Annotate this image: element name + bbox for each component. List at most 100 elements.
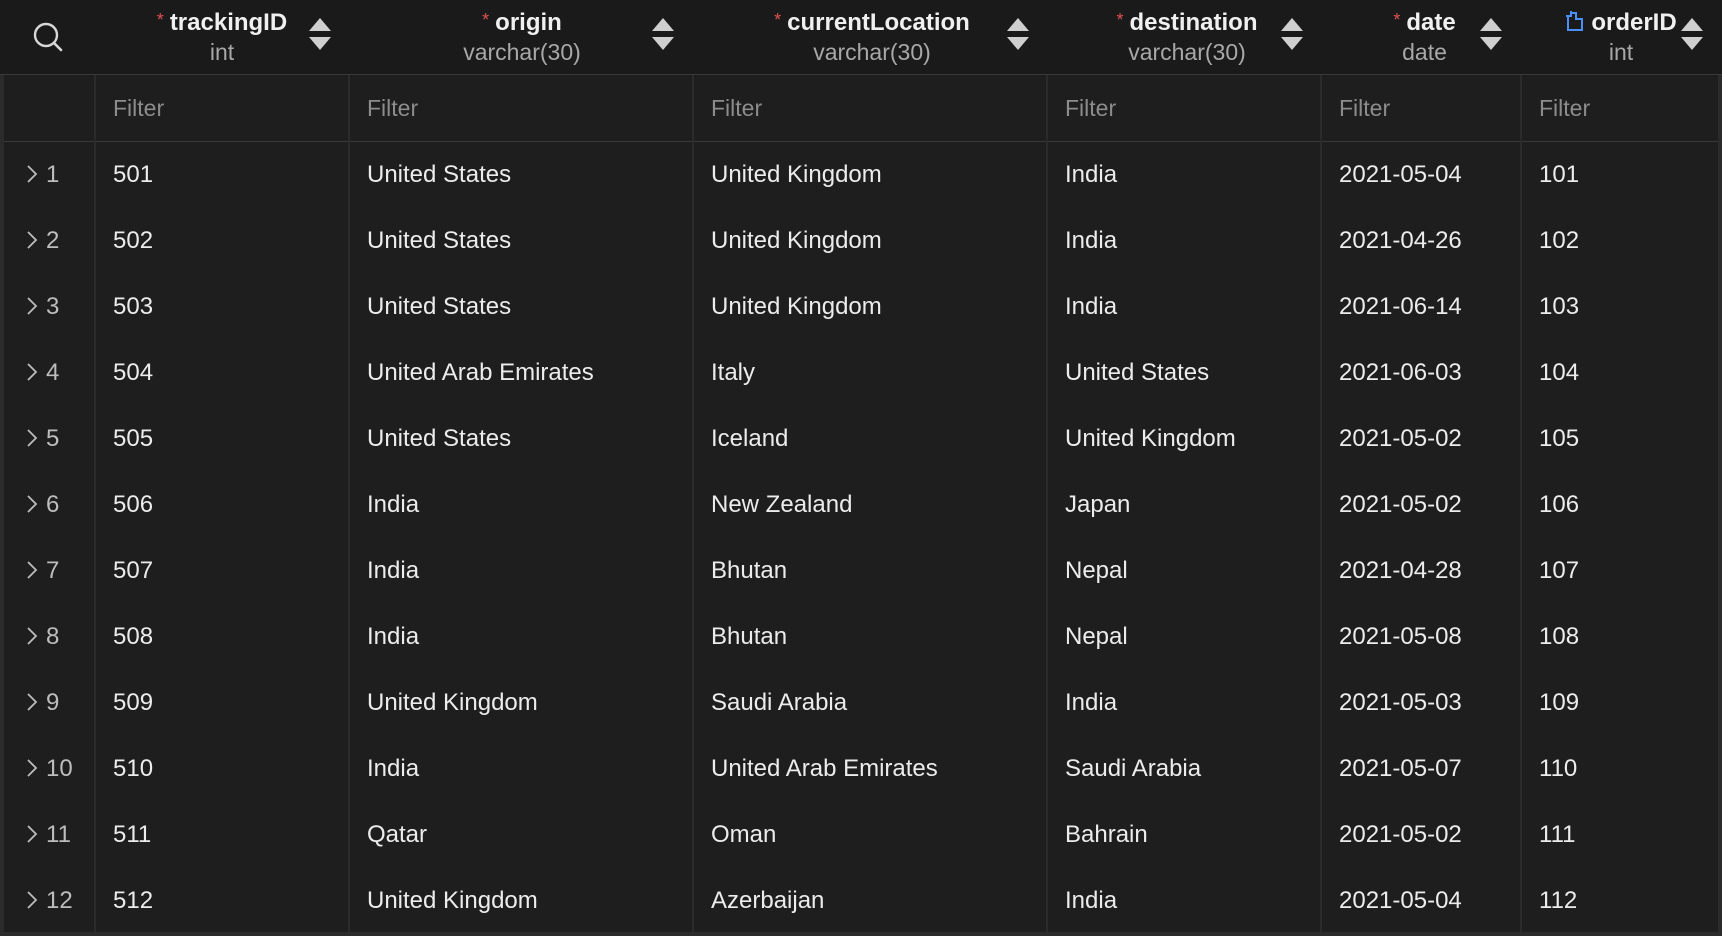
cell-date[interactable]: 2021-05-07	[1322, 736, 1520, 802]
table-row[interactable]: 3 503 United States United Kingdom India 2021…	[0, 274, 1722, 340]
column-header-currentLocation[interactable]: * currentLocation varchar(30)	[695, 0, 1049, 74]
chevron-right-icon[interactable]	[26, 494, 38, 514]
cell-trackingID[interactable]: 509	[96, 670, 348, 736]
cell-currentLocation[interactable]: Oman	[694, 802, 1046, 868]
cell-date[interactable]: 2021-06-03	[1322, 340, 1520, 406]
cell-date[interactable]: 2021-05-02	[1322, 472, 1520, 538]
table-row[interactable]: 7 507 India Bhutan Nepal 2021-04-28 107	[0, 538, 1722, 604]
cell-orderID[interactable]: 104	[1522, 340, 1718, 406]
cell-origin[interactable]: United States	[350, 142, 692, 208]
cell-date[interactable]: 2021-06-14	[1322, 274, 1520, 340]
cell-currentLocation[interactable]: New Zealand	[694, 472, 1046, 538]
cell-currentLocation[interactable]: United Kingdom	[694, 208, 1046, 274]
cell-origin[interactable]: United States	[350, 208, 692, 274]
cell-destination[interactable]: India	[1048, 868, 1320, 934]
filter-input-date[interactable]	[1322, 75, 1521, 141]
cell-origin[interactable]: United States	[350, 274, 692, 340]
row-expander[interactable]: 10	[0, 736, 94, 802]
cell-destination[interactable]: United States	[1048, 340, 1320, 406]
sort-arrows-icon[interactable]	[1479, 16, 1503, 54]
table-row[interactable]: 9 509 United Kingdom Saudi Arabia India 2021-…	[0, 670, 1722, 736]
filter-input-currentLocation[interactable]	[694, 75, 1047, 141]
cell-trackingID[interactable]: 505	[96, 406, 348, 472]
cell-trackingID[interactable]: 508	[96, 604, 348, 670]
cell-currentLocation[interactable]: Italy	[694, 340, 1046, 406]
cell-origin[interactable]: India	[350, 604, 692, 670]
table-row[interactable]: 5 505 United States Iceland United Kingdom 20…	[0, 406, 1722, 472]
cell-orderID[interactable]: 105	[1522, 406, 1718, 472]
table-row[interactable]: 12 512 United Kingdom Azerbaijan India 2021-0…	[0, 868, 1722, 934]
sort-arrows-icon[interactable]	[308, 16, 332, 54]
row-expander[interactable]: 11	[0, 802, 94, 868]
filter-input-destination[interactable]	[1048, 75, 1321, 141]
cell-origin[interactable]: India	[350, 472, 692, 538]
cell-orderID[interactable]: 109	[1522, 670, 1718, 736]
cell-trackingID[interactable]: 510	[96, 736, 348, 802]
cell-orderID[interactable]: 110	[1522, 736, 1718, 802]
cell-destination[interactable]: Bahrain	[1048, 802, 1320, 868]
cell-date[interactable]: 2021-05-02	[1322, 802, 1520, 868]
cell-trackingID[interactable]: 504	[96, 340, 348, 406]
chevron-right-icon[interactable]	[26, 164, 38, 184]
cell-orderID[interactable]: 112	[1522, 868, 1718, 934]
table-row[interactable]: 4 504 United Arab Emirates Italy United Stat…	[0, 340, 1722, 406]
cell-origin[interactable]: United Kingdom	[350, 868, 692, 934]
cell-orderID[interactable]: 108	[1522, 604, 1718, 670]
cell-trackingID[interactable]: 512	[96, 868, 348, 934]
cell-orderID[interactable]: 103	[1522, 274, 1718, 340]
column-divider[interactable]	[348, 75, 350, 936]
cell-destination[interactable]: Nepal	[1048, 538, 1320, 604]
table-row[interactable]: 1 501 United States United Kingdom India 2021…	[0, 142, 1722, 208]
chevron-right-icon[interactable]	[26, 428, 38, 448]
cell-destination[interactable]: Nepal	[1048, 604, 1320, 670]
cell-date[interactable]: 2021-05-03	[1322, 670, 1520, 736]
cell-origin[interactable]: United Arab Emirates	[350, 340, 692, 406]
row-expander[interactable]: 9	[0, 670, 94, 736]
sort-arrows-icon[interactable]	[1680, 16, 1704, 54]
cell-origin[interactable]: United States	[350, 406, 692, 472]
chevron-right-icon[interactable]	[26, 692, 38, 712]
sort-arrows-icon[interactable]	[1280, 16, 1304, 54]
table-row[interactable]: 2 502 United States United Kingdom India 2021…	[0, 208, 1722, 274]
row-expander[interactable]: 8	[0, 604, 94, 670]
column-header-origin[interactable]: * origin varchar(30)	[350, 0, 694, 74]
cell-date[interactable]: 2021-04-26	[1322, 208, 1520, 274]
cell-currentLocation[interactable]: United Kingdom	[694, 142, 1046, 208]
chevron-right-icon[interactable]	[26, 626, 38, 646]
row-expander[interactable]: 7	[0, 538, 94, 604]
cell-orderID[interactable]: 102	[1522, 208, 1718, 274]
cell-currentLocation[interactable]: United Kingdom	[694, 274, 1046, 340]
cell-destination[interactable]: India	[1048, 208, 1320, 274]
filter-input-orderID[interactable]	[1522, 75, 1718, 141]
cell-origin[interactable]: United Kingdom	[350, 670, 692, 736]
column-divider[interactable]	[94, 75, 96, 936]
cell-destination[interactable]: United Kingdom	[1048, 406, 1320, 472]
chevron-right-icon[interactable]	[26, 296, 38, 316]
cell-date[interactable]: 2021-05-04	[1322, 868, 1520, 934]
search-icon[interactable]	[30, 18, 66, 56]
cell-currentLocation[interactable]: Bhutan	[694, 538, 1046, 604]
filter-input-origin[interactable]	[350, 75, 693, 141]
column-divider[interactable]	[1046, 75, 1048, 936]
table-row[interactable]: 11 511 Qatar Oman Bahrain 2021-05-02 111	[0, 802, 1722, 868]
row-expander[interactable]: 3	[0, 274, 94, 340]
chevron-right-icon[interactable]	[26, 362, 38, 382]
row-expander[interactable]: 2	[0, 208, 94, 274]
cell-date[interactable]: 2021-04-28	[1322, 538, 1520, 604]
row-expander[interactable]: 12	[0, 868, 94, 934]
cell-destination[interactable]: India	[1048, 142, 1320, 208]
cell-destination[interactable]: Saudi Arabia	[1048, 736, 1320, 802]
row-expander[interactable]: 1	[0, 142, 94, 208]
sort-arrows-icon[interactable]	[1006, 16, 1030, 54]
cell-date[interactable]: 2021-05-04	[1322, 142, 1520, 208]
column-divider[interactable]	[1520, 75, 1522, 936]
cell-currentLocation[interactable]: Saudi Arabia	[694, 670, 1046, 736]
cell-origin[interactable]: Qatar	[350, 802, 692, 868]
cell-trackingID[interactable]: 506	[96, 472, 348, 538]
cell-destination[interactable]: Japan	[1048, 472, 1320, 538]
cell-origin[interactable]: India	[350, 538, 692, 604]
cell-currentLocation[interactable]: Bhutan	[694, 604, 1046, 670]
cell-destination[interactable]: India	[1048, 670, 1320, 736]
cell-orderID[interactable]: 101	[1522, 142, 1718, 208]
table-row[interactable]: 10 510 India United Arab Emirates Saudi Arab…	[0, 736, 1722, 802]
